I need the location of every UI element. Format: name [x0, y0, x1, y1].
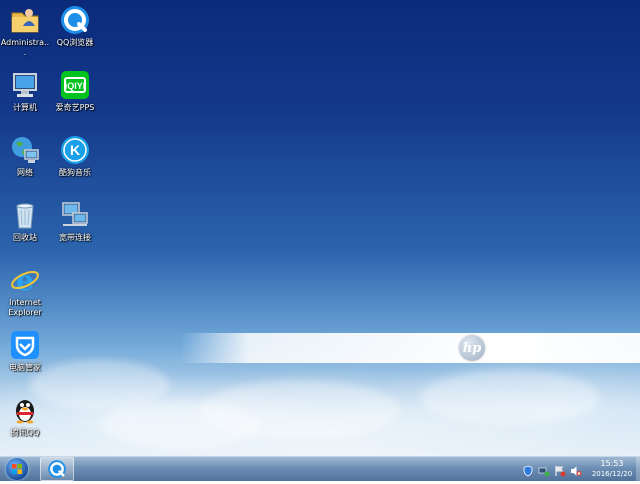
internet-explorer-icon: e — [9, 264, 41, 297]
clock-date: 2016/12/20 — [591, 470, 633, 478]
desktop-icon-label: 酷狗音乐 — [59, 168, 91, 177]
desktop-icon-broadband-connection[interactable]: 宽带连接 — [50, 199, 100, 243]
clock-time: 15:53 — [600, 459, 624, 468]
desktop-icon-label: 计算机 — [13, 103, 37, 112]
desktop-icon-label: 宽带连接 — [59, 233, 91, 242]
desktop-icon-administrator[interactable]: Administra... — [0, 4, 50, 58]
desktop-icon-iqiyi-pps[interactable]: iQIYI 爱奇艺PPS — [50, 69, 100, 113]
windows-logo-icon — [6, 458, 28, 480]
desktop-icon-kugou-music[interactable]: K 酷狗音乐 — [50, 134, 100, 178]
recycle-bin-icon — [9, 199, 41, 231]
wallpaper-light-band — [180, 333, 640, 363]
volume-muted-icon[interactable] — [570, 462, 582, 476]
desktop-icon-label: 回收站 — [13, 233, 37, 242]
kugou-icon: K — [59, 134, 91, 166]
qq-penguin-icon — [9, 394, 41, 426]
desktop-icon-label: Administra... — [0, 38, 50, 57]
qq-browser-icon — [59, 4, 91, 36]
desktop-icon-label: Internet Explorer — [8, 298, 42, 317]
taskbar: 15:53 2016/12/20 — [0, 456, 640, 481]
user-folder-icon — [9, 4, 41, 36]
desktop-icon-internet-explorer[interactable]: e Internet Explorer — [0, 264, 50, 318]
desktop[interactable]: hp Administra... QQ浏览器 计算机 iQIYI 爱奇艺PPS … — [0, 0, 640, 456]
start-button[interactable] — [2, 457, 32, 481]
desktop-icon-recycle-bin[interactable]: 回收站 — [0, 199, 50, 243]
show-desktop-button[interactable] — [636, 457, 640, 481]
desktop-icon-computer[interactable]: 计算机 — [0, 69, 50, 113]
taskbar-qq-browser-button[interactable] — [40, 457, 74, 481]
network-globe-icon — [9, 134, 41, 166]
svg-text:K: K — [70, 142, 80, 158]
svg-text:e: e — [16, 264, 34, 296]
broadband-connection-icon — [59, 199, 91, 231]
flag-icon[interactable] — [554, 462, 566, 477]
desktop-icon-tencent-qq[interactable]: 腾讯QQ — [0, 394, 50, 438]
desktop-icon-pc-manager[interactable]: 电脑管家 — [0, 329, 50, 373]
iqiyi-icon: iQIYI — [59, 69, 91, 101]
network-icon[interactable] — [538, 462, 550, 477]
desktop-icon-label: 电脑管家 — [9, 363, 41, 372]
hp-logo: hp — [459, 335, 485, 361]
svg-text:iQIYI: iQIYI — [65, 81, 86, 91]
desktop-icon-network[interactable]: 网络 — [0, 134, 50, 178]
taskbar-clock[interactable]: 15:53 2016/12/20 — [586, 458, 638, 480]
tencent-pc-manager-icon — [9, 329, 41, 361]
desktop-icon-qq-browser[interactable]: QQ浏览器 — [50, 4, 100, 48]
desktop-icon-label: 腾讯QQ — [10, 428, 40, 437]
cloud-decoration — [420, 370, 600, 425]
shield-icon[interactable] — [522, 462, 534, 477]
computer-icon — [9, 69, 41, 101]
desktop-icon-label: QQ浏览器 — [56, 38, 94, 47]
desktop-icon-label: 爱奇艺PPS — [55, 103, 95, 112]
desktop-icon-label: 网络 — [17, 168, 33, 177]
qq-browser-icon — [48, 460, 66, 478]
cloud-decoration — [100, 400, 260, 450]
